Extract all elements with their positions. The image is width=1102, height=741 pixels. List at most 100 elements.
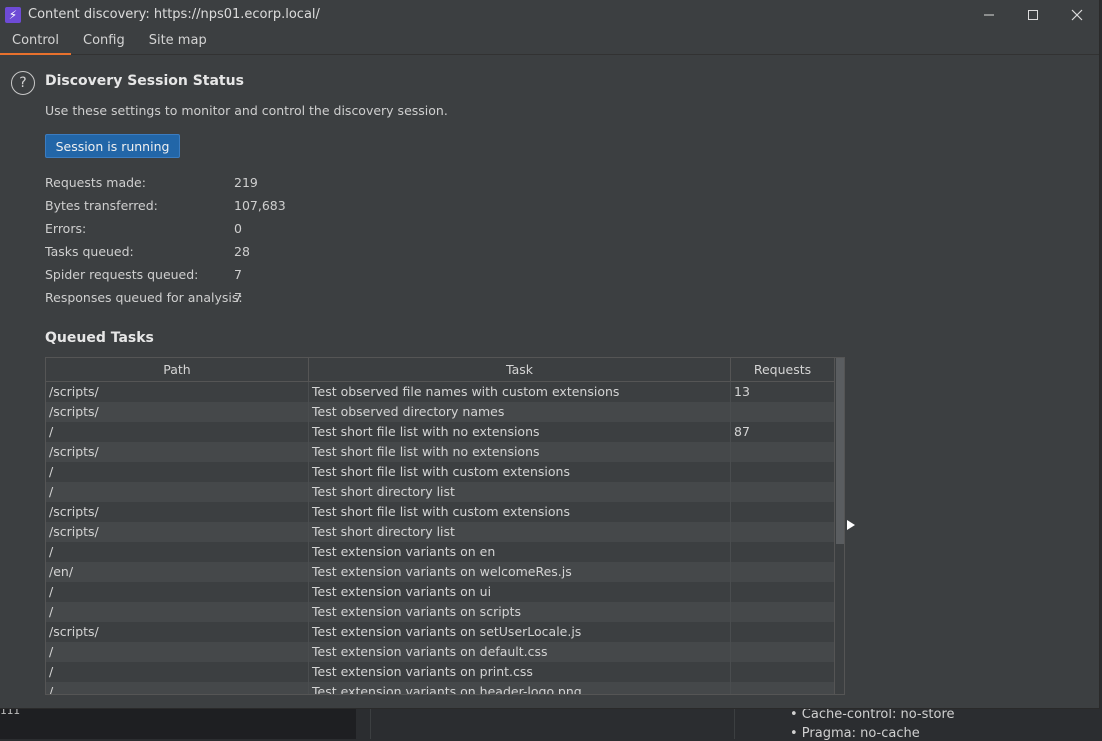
scrollbar-thumb[interactable]	[836, 358, 844, 544]
table-row[interactable]: /scripts/Test short directory list	[46, 522, 844, 542]
cell-task: Test extension variants on welcomeRes.js	[309, 562, 731, 582]
cell-requests	[731, 442, 835, 462]
table-row[interactable]: / Test short file list with no extensions…	[46, 422, 844, 442]
cell-task: Test extension variants on print.css	[309, 662, 731, 682]
help-icon[interactable]: ?	[11, 71, 35, 95]
maximize-button[interactable]	[1011, 0, 1055, 29]
table-row[interactable]: / Test short directory list	[46, 482, 844, 502]
cell-task: Test short directory list	[309, 482, 731, 502]
column-header-path[interactable]: Path	[46, 358, 309, 381]
cell-path: /	[46, 682, 309, 694]
table-row[interactable]: /scripts/Test observed file names with c…	[46, 382, 844, 402]
queued-tasks-title: Queued Tasks	[45, 330, 154, 346]
table-row[interactable]: /scripts/Test short file list with custo…	[46, 502, 844, 522]
section-title: Discovery Session Status	[45, 73, 244, 89]
stat-errors: Errors: 0	[45, 221, 286, 244]
vertical-scrollbar[interactable]	[834, 358, 844, 694]
queued-tasks-table: Path Task Requests /scripts/Test observe…	[45, 357, 845, 695]
cell-requests	[731, 502, 835, 522]
cell-path: /	[46, 602, 309, 622]
cell-task: Test observed file names with custom ext…	[309, 382, 731, 402]
stat-value: 28	[234, 244, 250, 259]
cell-requests	[731, 542, 835, 562]
close-icon	[1071, 9, 1083, 20]
cell-requests	[731, 462, 835, 482]
cell-requests	[731, 662, 835, 682]
table-row[interactable]: /scripts/Test observed directory names	[46, 402, 844, 422]
cell-task: Test extension variants on ui	[309, 582, 731, 602]
cell-requests: 87	[731, 422, 835, 442]
session-toggle-button[interactable]: Session is running	[45, 134, 180, 158]
stat-tasks-queued: Tasks queued: 28	[45, 244, 286, 267]
cell-requests	[731, 602, 835, 622]
cell-task: Test extension variants on default.css	[309, 642, 731, 662]
stat-bytes-transferred: Bytes transferred: 107,683	[45, 198, 286, 221]
table-row[interactable]: / Test extension variants on ui	[46, 582, 844, 602]
cell-requests	[731, 482, 835, 502]
stat-label: Bytes transferred:	[45, 198, 158, 213]
cell-path: /	[46, 642, 309, 662]
cell-path: /scripts/	[46, 402, 309, 422]
tab-control[interactable]: Control	[0, 29, 71, 55]
cell-path: /scripts/	[46, 502, 309, 522]
cell-path: /en/	[46, 562, 309, 582]
stat-responses-queued: Responses queued for analysis: 7	[45, 290, 286, 313]
table-body: /scripts/Test observed file names with c…	[46, 382, 844, 694]
cell-task: Test short file list with custom extensi…	[309, 502, 731, 522]
cell-path: /scripts/	[46, 622, 309, 642]
table-row[interactable]: / Test extension variants on scripts	[46, 602, 844, 622]
table-row[interactable]: / Test short file list with custom extens…	[46, 462, 844, 482]
stat-value: 7	[234, 290, 242, 305]
cell-requests	[731, 522, 835, 542]
minimize-button[interactable]	[967, 0, 1011, 29]
cell-task: Test extension variants on header-logo.p…	[309, 682, 731, 694]
maximize-icon	[1028, 9, 1038, 20]
background-editor-pane	[0, 708, 356, 739]
cell-path: /	[46, 582, 309, 602]
table-row[interactable]: /scripts/Test extension variants on setU…	[46, 622, 844, 642]
background-middle-pane	[370, 708, 734, 739]
cell-task: Test short file list with no extensions	[309, 422, 731, 442]
cell-task: Test short file list with custom extensi…	[309, 462, 731, 482]
table-row[interactable]: / Test extension variants on print.css	[46, 662, 844, 682]
title-bar[interactable]: ⚡ Content discovery: https://nps01.ecorp…	[0, 0, 1099, 29]
table-row[interactable]: /en/Test extension variants on welcomeRe…	[46, 562, 844, 582]
section-description: Use these settings to monitor and contro…	[45, 103, 448, 118]
cell-path: /scripts/	[46, 382, 309, 402]
column-header-task[interactable]: Task	[309, 358, 731, 381]
stat-label: Requests made:	[45, 175, 146, 190]
session-stats: Requests made: 219 Bytes transferred: 10…	[45, 175, 286, 313]
table-row[interactable]: /scripts/Test short file list with no ex…	[46, 442, 844, 462]
caret-right-icon	[847, 520, 855, 530]
tab-site-map[interactable]: Site map	[137, 29, 219, 55]
table-row[interactable]: / Test extension variants on en	[46, 542, 844, 562]
stat-value: 7	[234, 267, 242, 282]
window-controls	[967, 0, 1099, 29]
cell-task: Test short directory list	[309, 522, 731, 542]
cell-task: Test observed directory names	[309, 402, 731, 422]
cell-path: /scripts/	[46, 442, 309, 462]
cell-path: /	[46, 662, 309, 682]
stat-spider-requests-queued: Spider requests queued: 7	[45, 267, 286, 290]
stat-label: Spider requests queued:	[45, 267, 199, 282]
cell-task: Test extension variants on setUserLocale…	[309, 622, 731, 642]
stat-value: 0	[234, 221, 242, 236]
cell-path: /	[46, 422, 309, 442]
stat-label: Responses queued for analysis:	[45, 290, 243, 305]
content-discovery-window: ⚡ Content discovery: https://nps01.ecorp…	[0, 0, 1100, 709]
table-row[interactable]: / Test extension variants on default.css	[46, 642, 844, 662]
cell-path: /	[46, 462, 309, 482]
cell-path: /scripts/	[46, 522, 309, 542]
minimize-icon	[984, 14, 994, 15]
cell-requests	[731, 622, 835, 642]
lightning-icon: ⚡	[5, 6, 21, 23]
window-title: Content discovery: https://nps01.ecorp.l…	[28, 7, 320, 22]
stat-requests-made: Requests made: 219	[45, 175, 286, 198]
stat-label: Errors:	[45, 221, 87, 236]
table-row[interactable]: / Test extension variants on header-logo.…	[46, 682, 844, 694]
column-header-requests[interactable]: Requests	[731, 358, 835, 381]
background-bullet-cache-control: • Cache-control: no-store	[790, 707, 955, 722]
stat-label: Tasks queued:	[45, 244, 134, 259]
tab-config[interactable]: Config	[71, 29, 137, 55]
close-button[interactable]	[1055, 0, 1099, 29]
